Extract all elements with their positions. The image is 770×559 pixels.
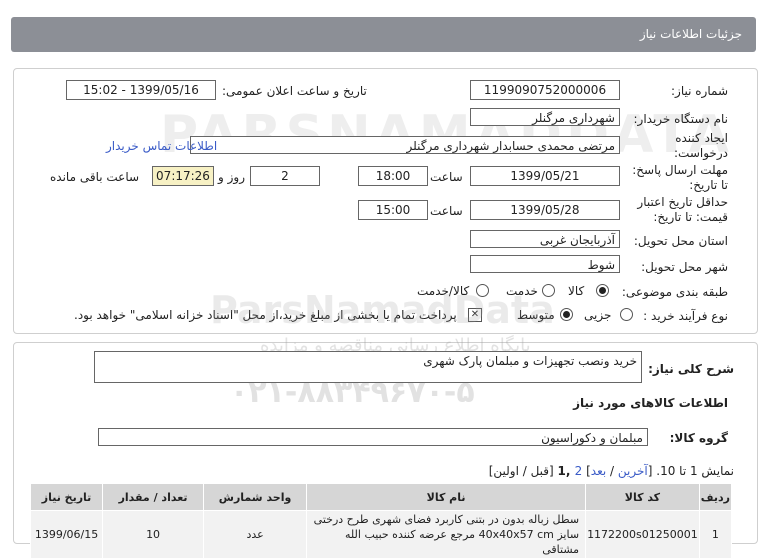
need-number-field: 1199090752000006 (470, 80, 620, 100)
page-header: جزئیات اطلاعات نیاز (11, 17, 756, 52)
province-label: استان محل تحویل: (633, 234, 728, 248)
row-name-line-1: سطل زباله بدون در بتنی کاربرد فضای شهری … (313, 513, 580, 526)
purchase-radio-medium[interactable] (560, 308, 573, 321)
announce-field: 1399/05/16 - 15:02 (66, 80, 216, 100)
summary-field: خرید ونصب تجهیزات و مبلمان پارک شهری (94, 351, 642, 383)
pager-prefix: نمایش 1 تا 10. [ (647, 464, 734, 478)
contact-buyer-link[interactable]: اطلاعات تماس خریدار (106, 139, 217, 153)
creator-label-2: درخواست: (674, 146, 728, 160)
creator-field: مرتضی محمدی حسابدار شهرداری مرگنلر (190, 136, 620, 154)
row-name-line-2: سایز 40x40x57 cm مرجع عرضه کننده حبیب ال… (345, 528, 580, 556)
table-row[interactable]: 1 1172200s01250001 سطل زباله بدون در بتن… (29, 510, 733, 559)
category-label: طبقه بندی موضوعی: (621, 285, 728, 299)
col-name: نام کالا (306, 483, 587, 511)
purchase-radio-minor[interactable] (620, 308, 633, 321)
pager-last-link[interactable]: آخرین (618, 464, 648, 478)
row-date: 1399/06/15 (29, 510, 104, 559)
validity-time-field: 15:00 (358, 200, 428, 220)
page-title: جزئیات اطلاعات نیاز (639, 27, 742, 41)
city-field: شوط (470, 255, 620, 273)
buyer-field: شهرداری مرگنلر (470, 108, 620, 126)
summary-label: شرح کلی نیاز: (648, 362, 734, 376)
days-label: روز و (218, 170, 245, 184)
row-index: 1 (698, 510, 733, 559)
reply-deadline-label: مهلت ارسال پاسخ: (632, 163, 728, 177)
reply-date-field: 1399/05/21 (470, 166, 620, 186)
remaining-time-field: 07:17:26 (152, 166, 214, 186)
days-field: 2 (250, 166, 320, 186)
city-label: شهر محل تحویل: (641, 260, 728, 274)
col-date: تاریخ نیاز (29, 483, 104, 511)
creator-label: ایجاد کننده (675, 131, 728, 145)
goods-table: ردیف کد کالا نام کالا واحد شمارش تعداد /… (29, 483, 733, 559)
category-option-goods: کالا (568, 284, 585, 298)
watermark-text: ParsNamadData (210, 288, 555, 332)
validity-time-label: ساعت (430, 204, 463, 218)
purchase-type-label: نوع فرآیند خرید : (643, 309, 728, 323)
goods-table-header: ردیف کد کالا نام کالا واحد شمارش تعداد /… (29, 483, 733, 511)
col-qty: تعداد / مقدار (102, 483, 205, 511)
need-number-label: شماره نیاز: (671, 84, 728, 98)
purchase-option-minor: جزیی (584, 308, 612, 322)
province-field: آذربایجان غربی (470, 230, 620, 248)
pagination: نمایش 1 تا 10. [آخرین / بعد] 2 ,1 [قبل /… (489, 464, 734, 478)
goods-group-field: مبلمان و دکوراسیون (98, 428, 648, 446)
reply-time-label: ساعت (430, 170, 463, 184)
pager-sep: / (606, 464, 618, 478)
row-name: سطل زباله بدون در بتنی کاربرد فضای شهری … (306, 510, 587, 559)
validity-label: حداقل تاریخ اعتبار (637, 195, 728, 209)
goods-group-label: گروه کالا: (669, 431, 728, 445)
pager-mid: ] (582, 464, 591, 478)
goods-section-title: اطلاعات کالاهای مورد نیاز (573, 396, 728, 410)
col-unit: واحد شمارش (203, 483, 308, 511)
validity-label-2: قیمت: تا تاریخ: (653, 210, 728, 224)
col-code: کد کالا (585, 483, 700, 511)
row-qty: 10 (102, 510, 205, 559)
remaining-label: ساعت باقی مانده (50, 170, 140, 184)
row-unit: عدد (203, 510, 308, 559)
pager-suffix: [قبل / اولین] (488, 464, 558, 478)
reply-deadline-label-2: تا تاریخ: (689, 178, 728, 192)
validity-date-field: 1399/05/28 (470, 200, 620, 220)
announce-label: تاریخ و ساعت اعلان عمومی: (222, 84, 367, 98)
col-index: ردیف (698, 483, 733, 511)
buyer-label: نام دستگاه خریدار: (633, 112, 729, 126)
category-radio-goods[interactable] (596, 284, 609, 297)
pager-current: ,1 (557, 464, 575, 478)
reply-time-field: 18:00 (358, 166, 428, 186)
row-code: 1172200s01250001 (585, 510, 700, 559)
pager-next-link[interactable]: بعد (591, 464, 606, 478)
